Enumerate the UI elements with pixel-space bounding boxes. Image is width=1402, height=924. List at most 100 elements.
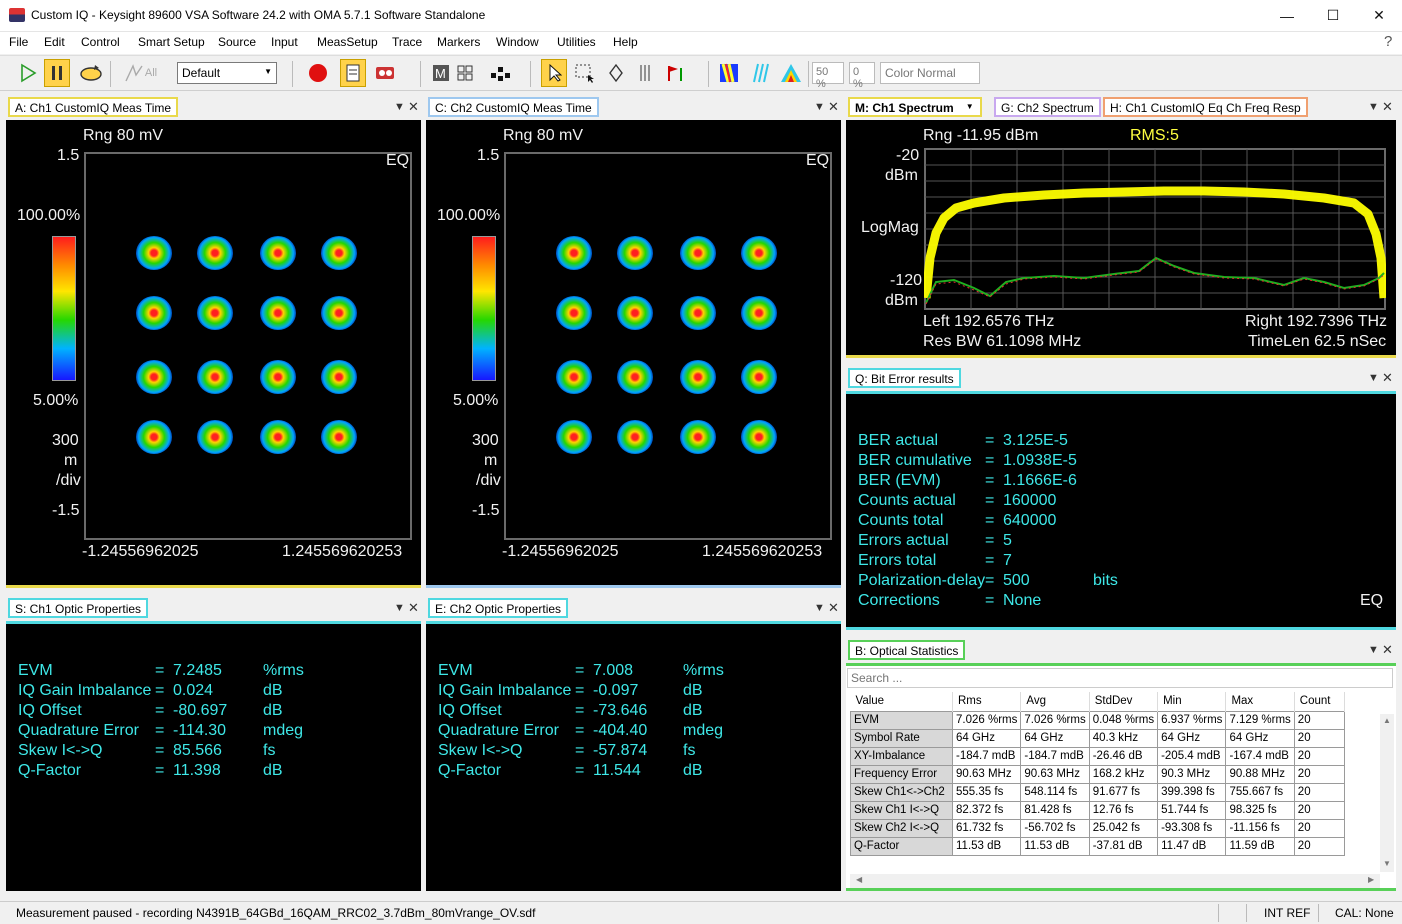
result-equals: = [575,742,585,759]
tab-pane-a[interactable]: A: Ch1 CustomIQ Meas Time [8,97,179,117]
x-left-label: -1.24556962025 [82,543,199,560]
vertical-scrollbar[interactable]: ▲ ▼ [1380,714,1394,872]
chevron-down-icon[interactable]: ▼ [1368,372,1379,384]
layout-grid-icon[interactable] [454,59,480,87]
waterfall-icon[interactable] [748,59,774,87]
pane-e-optic-properties[interactable]: EVM = 7.008 %rms IQ Gain Imbalance = -0.097 dB I… [426,621,841,891]
record-icon[interactable] [305,59,331,87]
column-header[interactable]: Rms [952,692,1022,711]
zoom-box-icon[interactable] [572,59,598,87]
column-header[interactable]: Value [850,692,953,711]
maximize-button[interactable]: ☐ [1310,0,1356,31]
pane-q-ber[interactable]: BER actual = 3.125E-5 BER cumulative = 1.0938… [846,391,1396,630]
menu-help[interactable]: Help [613,35,638,49]
table-row[interactable]: Frequency Error 90.63 MHz 90.63 MHz 168.2 k… [850,764,1345,784]
column-header[interactable]: Avg [1020,692,1090,711]
scroll-down-icon[interactable]: ▼ [1383,859,1391,868]
close-icon[interactable]: ✕ [828,600,839,616]
table-row[interactable]: Skew Ch2 I<->Q 61.732 fs -56.702 fs 25.042 … [850,818,1345,838]
tab-eq-freq-resp[interactable]: H: Ch1 CustomIQ Eq Ch Freq Resp [1103,97,1308,117]
band-marker-icon[interactable] [632,59,658,87]
menu-edit[interactable]: Edit [44,35,65,49]
tab-ch1-spectrum[interactable]: M: Ch1 Spectrum ▼ [848,97,982,117]
play-icon[interactable] [15,59,41,87]
ch1-properties-list: EVM = 7.2485 %rms IQ Gain Imbalance = 0.024 dB I… [18,662,418,782]
menu-control[interactable]: Control [81,35,120,49]
chevron-down-icon[interactable]: ▼ [814,101,825,113]
tab-pane-q[interactable]: Q: Bit Error results [848,368,961,388]
tile-icon[interactable] [488,59,514,87]
pane-a-constellation[interactable]: Rng 80 mV EQ 1.5 100.00% 5.00% 300 m /di… [6,120,421,588]
chevron-down-icon[interactable]: ▼ [394,101,405,113]
autorange-all-button[interactable]: All [118,59,162,87]
result-value: -57.874 [593,742,648,759]
menu-input[interactable]: Input [271,35,298,49]
pointer-icon[interactable] [541,59,567,87]
table-row[interactable]: Skew Ch1 I<->Q 82.372 fs 81.428 fs 12.76 fs… [850,800,1345,820]
density-icon[interactable] [778,59,804,87]
chevron-down-icon[interactable]: ▼ [394,602,405,614]
help-icon[interactable]: ? [1384,33,1392,50]
close-icon[interactable]: ✕ [408,99,419,115]
tab-pane-s[interactable]: S: Ch1 Optic Properties [8,598,149,618]
spectrogram-icon[interactable] [716,59,742,87]
marker-diamond-icon[interactable] [603,59,629,87]
menu-smart-setup[interactable]: Smart Setup [138,35,205,49]
table-cell: 20 [1293,764,1345,784]
menu-file[interactable]: File [9,35,28,49]
chevron-down-icon[interactable]: ▼ [1368,644,1379,656]
column-header[interactable]: Min [1157,692,1227,711]
tab-pane-e[interactable]: E: Ch2 Optic Properties [428,598,569,618]
result-label: Corrections [858,592,940,609]
color-mode-select[interactable]: Color Normal [880,62,980,84]
playback-icon[interactable] [372,59,398,87]
pane-c-constellation[interactable]: Rng 80 mV EQ 1.5 100.00% 5.00% 300 m /di… [426,120,841,588]
tab-pane-b[interactable]: B: Optical Statistics [848,640,966,660]
search-input[interactable] [847,668,1393,688]
scroll-right-icon[interactable]: ▶ [1368,875,1374,884]
close-window-button[interactable]: ✕ [1356,0,1402,31]
close-icon[interactable]: ✕ [828,99,839,115]
close-icon[interactable]: ✕ [1382,99,1393,115]
symbol-cluster [321,420,357,454]
minimize-button[interactable]: — [1264,0,1310,31]
close-icon[interactable]: ✕ [408,600,419,616]
column-header[interactable]: Count [1294,692,1345,711]
tab-pane-c[interactable]: C: Ch2 CustomIQ Meas Time [428,97,599,117]
continuous-icon[interactable] [78,59,104,87]
table-row[interactable]: Skew Ch1<->Ch2 555.35 fs 548.114 fs 91.677 … [850,782,1345,802]
column-header[interactable]: Max [1225,692,1295,711]
scroll-up-icon[interactable]: ▲ [1383,716,1391,725]
table-row[interactable]: Q-Factor 11.53 dB 11.53 dB -37.81 dB 11.47 d… [850,836,1345,856]
recording-file-icon[interactable] [340,59,366,87]
table-cell: -26.46 dB [1088,746,1159,766]
table-row[interactable]: EVM 7.026 %rms 7.026 %rms 0.048 %rms 6.937 %… [850,710,1345,730]
chevron-down-icon[interactable]: ▼ [1368,101,1379,113]
menu-utilities[interactable]: Utilities [557,35,596,49]
scroll-left-icon[interactable]: ◀ [856,875,862,884]
table-row[interactable]: XY-Imbalance -184.7 mdB -184.7 mdB -26.46 d… [850,746,1345,766]
close-icon[interactable]: ✕ [1382,642,1393,658]
pane-q-header: Q: Bit Error results ▼ ✕ [844,365,1398,391]
table-cell: -37.81 dB [1088,836,1159,856]
column-header[interactable]: StdDev [1089,692,1159,711]
zoom-percent-2[interactable]: 0 % [849,62,875,90]
menu-window[interactable]: Window [496,35,539,49]
table-row[interactable]: Symbol Rate 64 GHz 64 GHz 40.3 kHz 64 GHz 64 … [850,728,1345,748]
preset-select[interactable]: Default ▼ [177,62,277,84]
menu-trace[interactable]: Trace [392,35,422,49]
menu-source[interactable]: Source [218,35,256,49]
marker-m-icon[interactable]: M [428,59,454,87]
pause-icon[interactable] [44,59,70,87]
pane-m-spectrum[interactable]: Rng -11.95 dBm RMS:5 -20 dBm LogMag -120… [846,120,1396,358]
tab-ch2-spectrum[interactable]: G: Ch2 Spectrum [994,97,1101,117]
chevron-down-icon[interactable]: ▼ [814,602,825,614]
menu-meassetup[interactable]: MeasSetup [317,35,378,49]
menu-markers[interactable]: Markers [437,35,480,49]
chevron-down-icon: ▼ [264,67,272,76]
pane-s-optic-properties[interactable]: EVM = 7.2485 %rms IQ Gain Imbalance = 0.024 dB I… [6,621,421,891]
close-icon[interactable]: ✕ [1382,370,1393,386]
peak-marker-icon[interactable] [662,59,688,87]
zoom-percent-1[interactable]: 50 % [812,62,844,90]
horizontal-scrollbar[interactable]: ◀ ▶ [850,874,1380,888]
